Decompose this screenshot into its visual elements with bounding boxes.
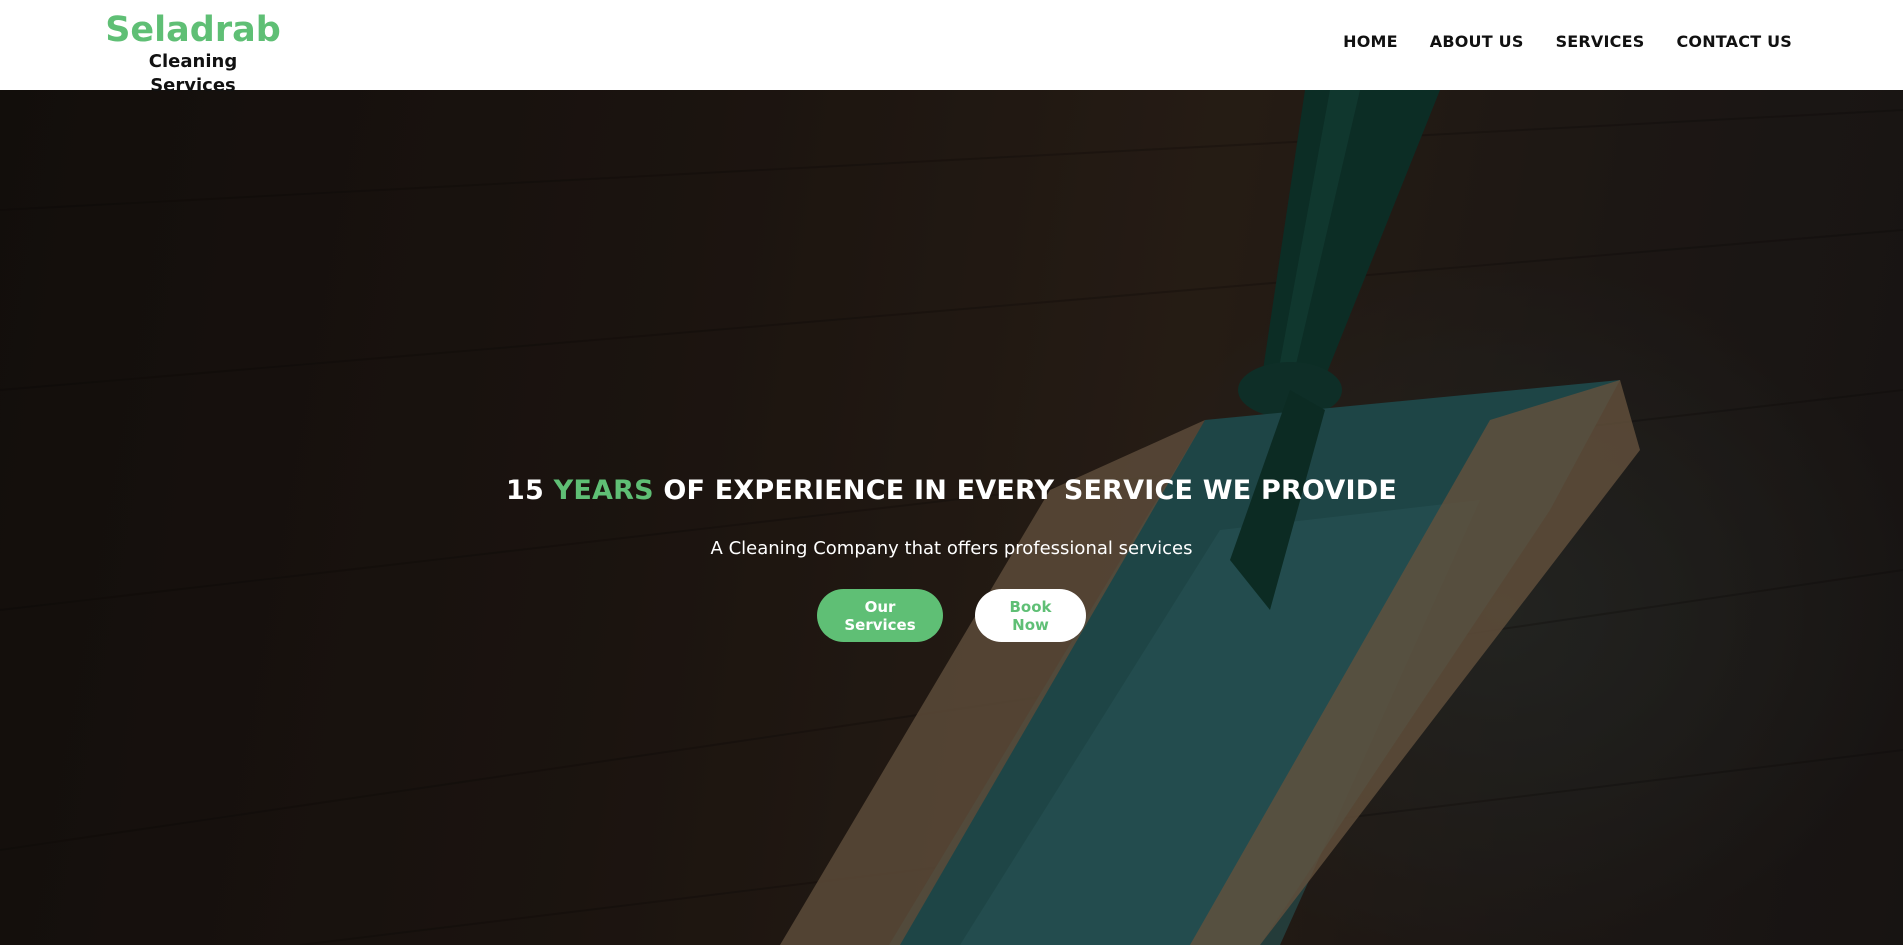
hero-section: 15 YEARS OF EXPERIENCE IN EVERY SERVICE … bbox=[0, 90, 1903, 945]
nav-about-link[interactable]: ABOUT US bbox=[1430, 32, 1524, 51]
site-header: Seladrab Cleaning Services HOME ABOUT US… bbox=[0, 0, 1903, 96]
hero-subtitle: A Cleaning Company that offers professio… bbox=[710, 538, 1193, 559]
hero-title-suffix: OF EXPERIENCE IN EVERY SERVICE WE PROVID… bbox=[653, 475, 1397, 506]
main-nav: HOME ABOUT US SERVICES CONTACT US bbox=[1343, 32, 1792, 51]
brand-name: Seladrab bbox=[105, 10, 281, 50]
hero-buttons: Our Services Book Now bbox=[0, 589, 1903, 642]
hero-title-prefix: 15 bbox=[506, 475, 554, 506]
hero-title-accent: YEARS bbox=[553, 475, 654, 506]
page: Seladrab Cleaning Services HOME ABOUT US… bbox=[0, 0, 1903, 945]
nav-home-link[interactable]: HOME bbox=[1343, 32, 1398, 51]
our-services-button[interactable]: Our Services bbox=[817, 589, 943, 642]
brand-subtitle: Cleaning Services bbox=[148, 51, 238, 96]
nav-contact-link[interactable]: CONTACT US bbox=[1676, 32, 1792, 51]
logo[interactable]: Seladrab Cleaning Services bbox=[103, 10, 283, 98]
book-now-button[interactable]: Book Now bbox=[975, 589, 1086, 642]
hero-title: 15 YEARS OF EXPERIENCE IN EVERY SERVICE … bbox=[0, 475, 1903, 506]
nav-services-link[interactable]: SERVICES bbox=[1556, 32, 1645, 51]
hero-content: 15 YEARS OF EXPERIENCE IN EVERY SERVICE … bbox=[0, 475, 1903, 642]
